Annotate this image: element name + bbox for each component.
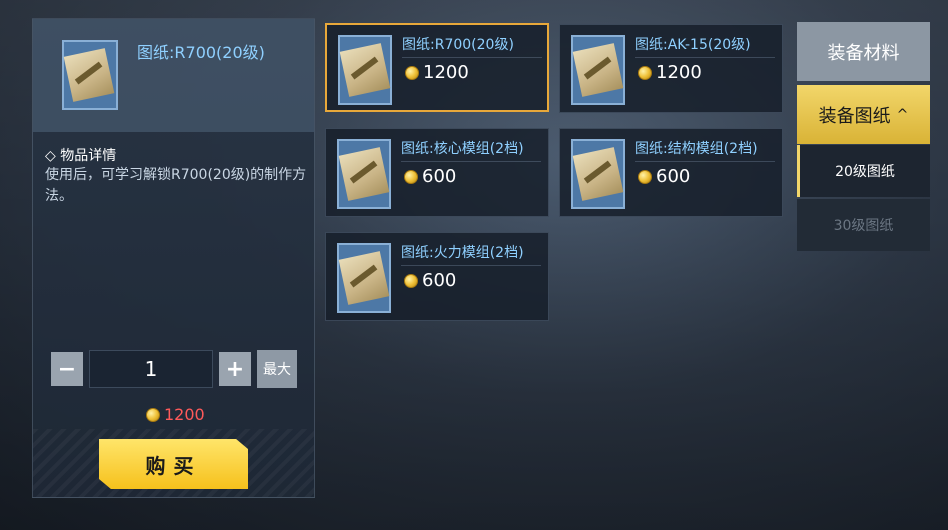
item-card[interactable]: 图纸:火力模组(2档) 600: [325, 232, 549, 321]
item-divider: [635, 161, 775, 162]
item-card[interactable]: 图纸:AK-15(20级) 1200: [559, 24, 783, 113]
coin-icon: [146, 407, 160, 422]
total-price-value: 1200: [164, 405, 205, 424]
item-price: 600: [404, 270, 456, 291]
blueprint-scroll-icon: [572, 147, 624, 201]
item-card[interactable]: 图纸:R700(20级) 1200: [325, 23, 549, 112]
blueprint-scroll-icon: [572, 43, 624, 97]
coin-icon: [405, 65, 419, 80]
item-divider: [635, 57, 775, 58]
item-divider: [402, 57, 542, 58]
item-price-value: 600: [422, 166, 457, 187]
item-image: [337, 243, 391, 313]
detail-section-title: ◇ 物品详情: [45, 148, 117, 164]
item-card[interactable]: 图纸:结构模组(2档) 600: [559, 128, 783, 217]
increase-quantity-button[interactable]: +: [219, 352, 251, 386]
quantity-stepper: − 1 + 最大: [51, 350, 301, 388]
tab-equipment-blueprints[interactable]: 装备图纸 ^: [797, 85, 930, 144]
subtab-level-20-blueprints[interactable]: 20级图纸: [797, 145, 930, 197]
detail-item-image: [62, 40, 118, 110]
coin-icon: [404, 273, 418, 288]
tab-label: 装备图纸: [818, 105, 891, 127]
item-name: 图纸:R700(20级): [402, 37, 514, 53]
item-image: [571, 35, 625, 105]
detail-description: 使用后，可学习解锁R700(20级)的制作方法。: [45, 167, 307, 204]
item-price: 600: [638, 166, 690, 187]
item-name: 图纸:核心模组(2档): [401, 141, 524, 157]
blueprint-scroll-icon: [338, 147, 390, 201]
item-card[interactable]: 图纸:核心模组(2档) 600: [325, 128, 549, 217]
item-price: 1200: [405, 62, 469, 83]
item-name: 图纸:结构模组(2档): [635, 141, 758, 157]
coin-icon: [638, 169, 652, 184]
subtab-label: 30级图纸: [833, 218, 894, 234]
blueprint-scroll-icon: [338, 251, 390, 305]
tab-equipment-materials[interactable]: 装备材料: [797, 22, 930, 81]
item-price-value: 600: [656, 166, 691, 187]
detail-item-title: 图纸:R700(20级): [137, 43, 265, 62]
detail-header: 图纸:R700(20级): [33, 19, 314, 132]
buy-button[interactable]: 购买: [99, 439, 248, 489]
item-price-value: 600: [422, 270, 457, 291]
item-image: [337, 139, 391, 209]
total-price: 1200: [146, 405, 205, 424]
item-name: 图纸:AK-15(20级): [635, 37, 751, 53]
item-price: 1200: [638, 62, 702, 83]
item-name: 图纸:火力模组(2档): [401, 245, 524, 261]
decrease-quantity-button[interactable]: −: [51, 352, 83, 386]
chevron-up-icon: ^: [896, 106, 909, 123]
quantity-input[interactable]: 1: [89, 350, 213, 388]
item-price: 600: [404, 166, 456, 187]
item-image: [338, 35, 392, 105]
coin-icon: [638, 65, 652, 80]
coin-icon: [404, 169, 418, 184]
max-quantity-button[interactable]: 最大: [257, 350, 297, 388]
subtab-level-30-blueprints[interactable]: 30级图纸: [797, 199, 930, 251]
subtab-label: 20级图纸: [835, 164, 895, 180]
blueprint-scroll-icon: [63, 48, 115, 102]
item-detail-panel: 图纸:R700(20级) ◇ 物品详情 使用后，可学习解锁R700(20级)的制…: [32, 18, 315, 498]
item-price-value: 1200: [656, 62, 702, 83]
item-divider: [401, 265, 541, 266]
item-image: [571, 139, 625, 209]
blueprint-scroll-icon: [339, 43, 391, 97]
tab-label: 装备材料: [827, 42, 900, 64]
item-price-value: 1200: [423, 62, 469, 83]
item-divider: [401, 161, 541, 162]
